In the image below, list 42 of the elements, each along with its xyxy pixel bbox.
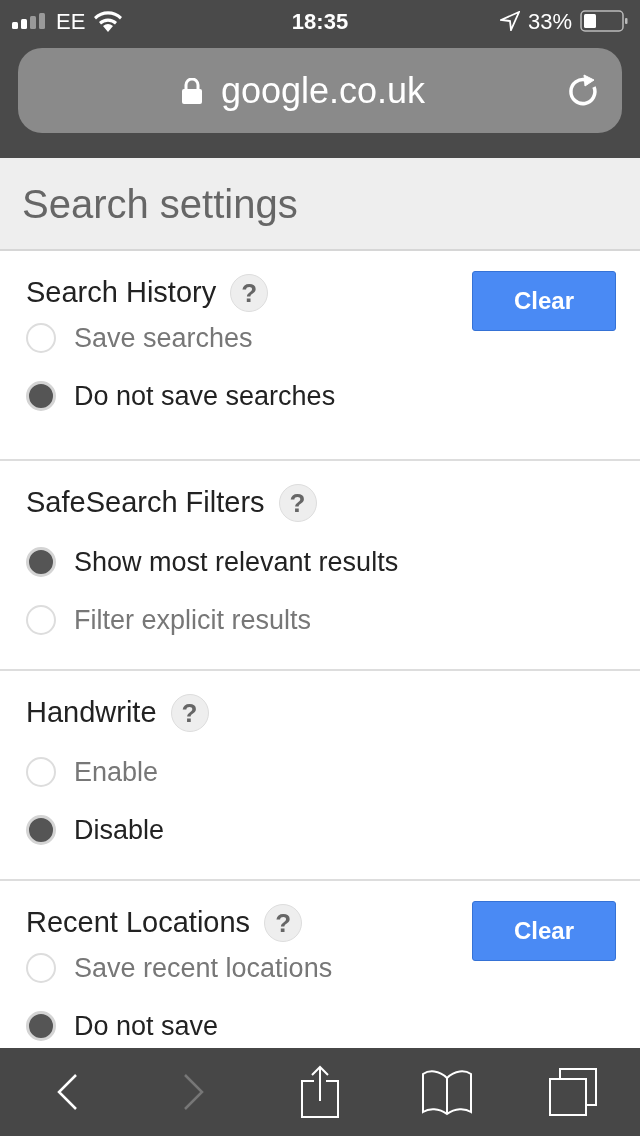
radio-button[interactable]	[26, 1011, 56, 1041]
help-icon[interactable]: ?	[264, 904, 303, 942]
option-label: Save searches	[74, 321, 253, 355]
back-icon[interactable]	[56, 1073, 78, 1111]
carrier-name: EE	[56, 7, 86, 36]
section-title: SafeSearch Filters	[26, 485, 265, 521]
clear-button[interactable]: Clear	[472, 271, 616, 331]
option-label: Do not save searches	[74, 379, 336, 413]
radio-button[interactable]	[26, 757, 56, 787]
radio-button[interactable]	[26, 381, 56, 411]
tabs-icon[interactable]	[548, 1067, 598, 1117]
section-title: Recent Locations	[26, 905, 251, 941]
help-icon[interactable]: ?	[278, 484, 317, 522]
option-label: Show most relevant results	[74, 545, 399, 579]
reload-icon[interactable]	[568, 73, 600, 108]
battery-icon	[580, 10, 628, 32]
option-label: Do not save	[74, 1009, 219, 1043]
clear-button[interactable]: Clear	[472, 901, 616, 961]
share-icon[interactable]	[300, 1065, 340, 1119]
section-title: Handwrite	[26, 695, 157, 731]
section-title: Search History	[26, 275, 217, 311]
help-icon[interactable]: ?	[230, 274, 269, 312]
option-label: Filter explicit results	[74, 603, 312, 637]
signal-icon	[12, 13, 48, 29]
wifi-icon	[93, 10, 124, 32]
help-icon[interactable]: ?	[170, 694, 209, 732]
address-bar[interactable]: google.co.uk	[18, 48, 622, 133]
lock-icon	[180, 77, 203, 104]
radio-button[interactable]	[26, 953, 56, 983]
battery-percentage: 33%	[527, 7, 572, 36]
radio-button[interactable]	[26, 547, 56, 577]
radio-button[interactable]	[26, 323, 56, 353]
book-icon[interactable]	[420, 1068, 473, 1116]
url-text: google.co.uk	[220, 68, 426, 113]
option-label: Save recent locations	[74, 951, 333, 985]
location-arrow-icon	[499, 11, 520, 31]
option-label: Disable	[74, 813, 165, 847]
radio-button[interactable]	[26, 815, 56, 845]
page-title: Search settings	[22, 180, 298, 228]
radio-button[interactable]	[26, 605, 56, 635]
status-time: 18:35	[291, 7, 349, 36]
option-label: Enable	[74, 755, 159, 789]
